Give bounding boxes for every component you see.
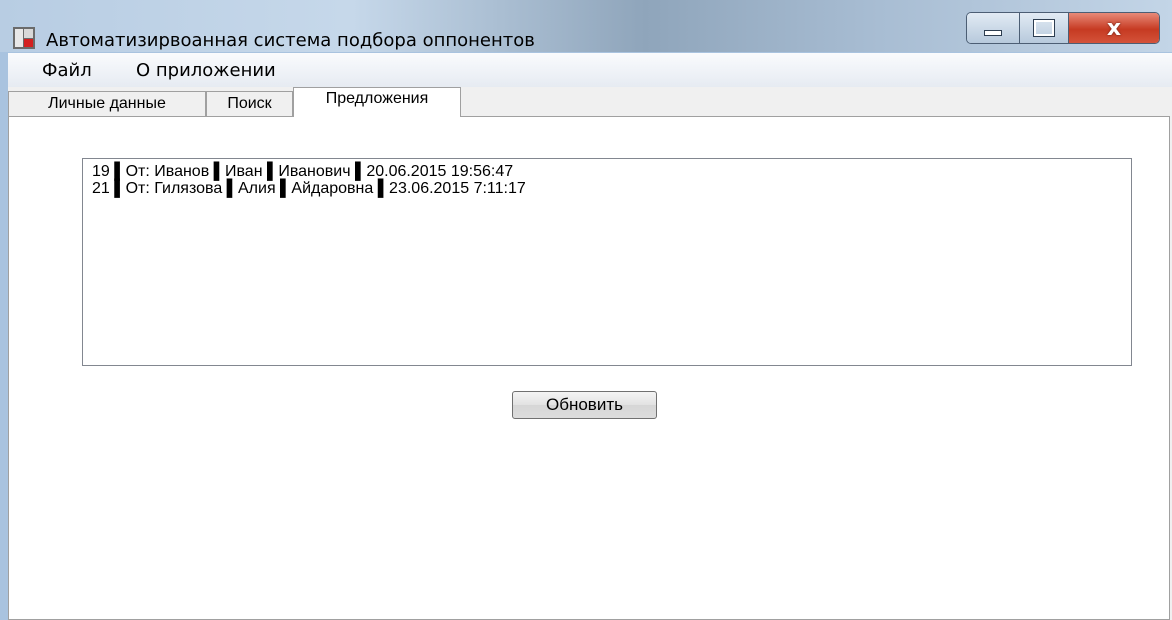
proposals-list[interactable]: 19 ▌От: Иванов ▌Иван ▌Иванович ▌20.06.20… <box>82 158 1132 366</box>
menu-about[interactable]: О приложении <box>130 58 282 83</box>
client-area: Файл О приложении Личные данные Поиск Пр… <box>8 53 1172 620</box>
refresh-button[interactable]: Обновить <box>512 391 657 419</box>
close-icon: x <box>1106 15 1122 41</box>
list-item[interactable]: 19 ▌От: Иванов ▌Иван ▌Иванович ▌20.06.20… <box>83 163 1131 180</box>
close-button[interactable]: x <box>1069 13 1159 43</box>
list-item[interactable]: 21 ▌От: Гилязова ▌Алия ▌Айдаровна ▌23.06… <box>83 180 1131 197</box>
minimize-icon <box>984 30 1002 36</box>
app-window: Автоматизирвоанная система подбора оппон… <box>0 0 1172 620</box>
menu-bar: Файл О приложении <box>8 53 1172 87</box>
tab-strip: Личные данные Поиск Предложения <box>8 87 1172 117</box>
proposals-panel: 19 ▌От: Иванов ▌Иван ▌Иванович ▌20.06.20… <box>8 116 1170 620</box>
window-controls: x <box>966 12 1160 44</box>
tab-proposals[interactable]: Предложения <box>293 87 461 117</box>
tab-search[interactable]: Поиск <box>206 91 293 116</box>
app-icon[interactable] <box>12 26 36 50</box>
maximize-icon <box>1034 20 1054 36</box>
minimize-button[interactable] <box>967 13 1020 43</box>
window-title: Автоматизирвоанная система подбора оппон… <box>46 30 535 51</box>
menu-file[interactable]: Файл <box>36 58 98 83</box>
tab-personal-data[interactable]: Личные данные <box>8 91 206 116</box>
maximize-button[interactable] <box>1020 13 1069 43</box>
title-bar[interactable]: Автоматизирвоанная система подбора оппон… <box>0 0 1172 52</box>
